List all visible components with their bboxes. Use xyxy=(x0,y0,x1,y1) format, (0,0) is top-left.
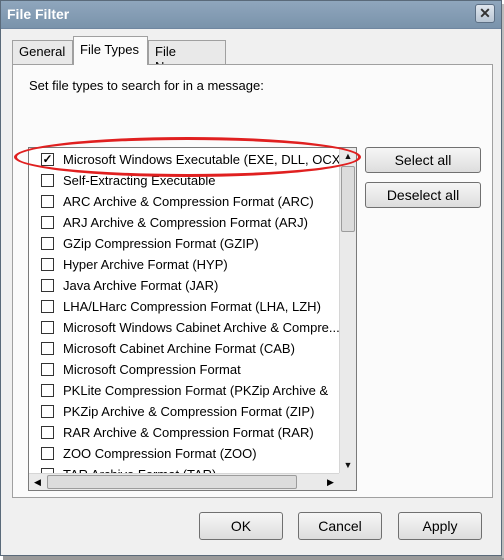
file-type-item[interactable]: Microsoft Cabinet Archine Format (CAB) xyxy=(29,339,339,360)
file-type-label: ARC Archive & Compression Format (ARC) xyxy=(63,194,314,209)
window-shadow-bottom xyxy=(3,556,504,560)
checkbox[interactable] xyxy=(41,279,54,292)
file-type-item[interactable]: PKZip Archive & Compression Format (ZIP) xyxy=(29,402,339,423)
checkbox[interactable] xyxy=(41,384,54,397)
file-type-item[interactable]: ZOO Compression Format (ZOO) xyxy=(29,444,339,465)
ok-button[interactable]: OK xyxy=(199,512,283,540)
file-type-label: Microsoft Windows Executable (EXE, DLL, … xyxy=(63,152,339,167)
vertical-scrollbar[interactable]: ▲ ▼ xyxy=(339,148,356,474)
file-filter-dialog: File Filter ✕ General File Types File Na… xyxy=(0,0,502,556)
file-type-label: Microsoft Cabinet Archine Format (CAB) xyxy=(63,341,295,356)
file-type-label: Microsoft Windows Cabinet Archive & Comp… xyxy=(63,320,339,335)
file-type-item[interactable]: LHA/LHarc Compression Format (LHA, LZH) xyxy=(29,297,339,318)
close-button[interactable]: ✕ xyxy=(475,4,495,23)
tab-file-types[interactable]: File Types xyxy=(73,36,148,65)
tab-general[interactable]: General xyxy=(12,40,73,64)
file-type-item[interactable]: ✓ Microsoft Windows Executable (EXE, DLL,… xyxy=(29,150,339,171)
scroll-down-icon[interactable]: ▼ xyxy=(340,457,356,474)
file-type-label: PKLite Compression Format (PKZip Archive… xyxy=(63,383,329,398)
file-type-item[interactable]: Java Archive Format (JAR) xyxy=(29,276,339,297)
checkbox[interactable] xyxy=(41,258,54,271)
checkmark-icon: ✓ xyxy=(42,152,53,166)
checkbox[interactable] xyxy=(41,216,54,229)
checkbox[interactable] xyxy=(41,300,54,313)
select-all-button[interactable]: Select all xyxy=(365,147,481,173)
file-type-label: Java Archive Format (JAR) xyxy=(63,278,219,293)
window-title: File Filter xyxy=(7,6,70,22)
file-type-label: RAR Archive & Compression Format (RAR) xyxy=(63,425,314,440)
checkbox[interactable] xyxy=(41,426,54,439)
checkbox[interactable] xyxy=(41,447,54,460)
file-type-label: Microsoft Compression Format xyxy=(63,362,241,377)
checkbox[interactable] xyxy=(41,342,54,355)
file-type-label: GZip Compression Format (GZIP) xyxy=(63,236,259,251)
checkbox-checked[interactable]: ✓ xyxy=(41,153,54,166)
tab-label: File Types xyxy=(80,42,140,57)
file-type-item[interactable]: Microsoft Compression Format xyxy=(29,360,339,381)
checkbox[interactable] xyxy=(41,174,54,187)
tab-label: General xyxy=(19,44,66,59)
file-type-item[interactable]: RAR Archive & Compression Format (RAR) xyxy=(29,423,339,444)
title-bar: File Filter ✕ xyxy=(1,1,501,29)
scrollbar-corner xyxy=(339,473,356,490)
checkbox[interactable] xyxy=(41,237,54,250)
checkbox[interactable] xyxy=(41,363,54,376)
checkbox[interactable] xyxy=(41,405,54,418)
cancel-button[interactable]: Cancel xyxy=(298,512,382,540)
instruction-text: Set file types to search for in a messag… xyxy=(29,78,264,93)
file-type-label: Hyper Archive Format (HYP) xyxy=(63,257,228,272)
file-type-item[interactable]: PKLite Compression Format (PKZip Archive… xyxy=(29,381,339,402)
file-type-item[interactable]: Self-Extracting Executable xyxy=(29,171,339,192)
file-type-item[interactable]: ARC Archive & Compression Format (ARC) xyxy=(29,192,339,213)
vertical-scroll-thumb[interactable] xyxy=(341,166,355,232)
file-types-list[interactable]: ✓ Microsoft Windows Executable (EXE, DLL,… xyxy=(28,147,357,491)
horizontal-scrollbar[interactable]: ◀ ▶ xyxy=(29,473,339,490)
scroll-left-icon[interactable]: ◀ xyxy=(29,474,46,490)
file-type-item[interactable]: ARJ Archive & Compression Format (ARJ) xyxy=(29,213,339,234)
apply-button[interactable]: Apply xyxy=(398,512,482,540)
file-types-items: ✓ Microsoft Windows Executable (EXE, DLL,… xyxy=(29,148,339,474)
file-type-item[interactable]: Hyper Archive Format (HYP) xyxy=(29,255,339,276)
deselect-all-button[interactable]: Deselect all xyxy=(365,182,481,208)
file-type-item[interactable]: Microsoft Windows Cabinet Archive & Comp… xyxy=(29,318,339,339)
checkbox[interactable] xyxy=(41,321,54,334)
file-type-label: ARJ Archive & Compression Format (ARJ) xyxy=(63,215,308,230)
checkbox[interactable] xyxy=(41,195,54,208)
horizontal-scroll-thumb[interactable] xyxy=(47,475,297,489)
scroll-right-icon[interactable]: ▶ xyxy=(322,474,339,490)
file-type-label: Self-Extracting Executable xyxy=(63,173,216,188)
file-type-label: LHA/LHarc Compression Format (LHA, LZH) xyxy=(63,299,321,314)
file-type-label: ZOO Compression Format (ZOO) xyxy=(63,446,257,461)
close-icon: ✕ xyxy=(479,5,491,21)
scroll-up-icon[interactable]: ▲ xyxy=(340,148,356,165)
file-type-label: PKZip Archive & Compression Format (ZIP) xyxy=(63,404,315,419)
file-type-item[interactable]: GZip Compression Format (GZIP) xyxy=(29,234,339,255)
tab-file-names[interactable]: File Names xyxy=(148,40,226,74)
